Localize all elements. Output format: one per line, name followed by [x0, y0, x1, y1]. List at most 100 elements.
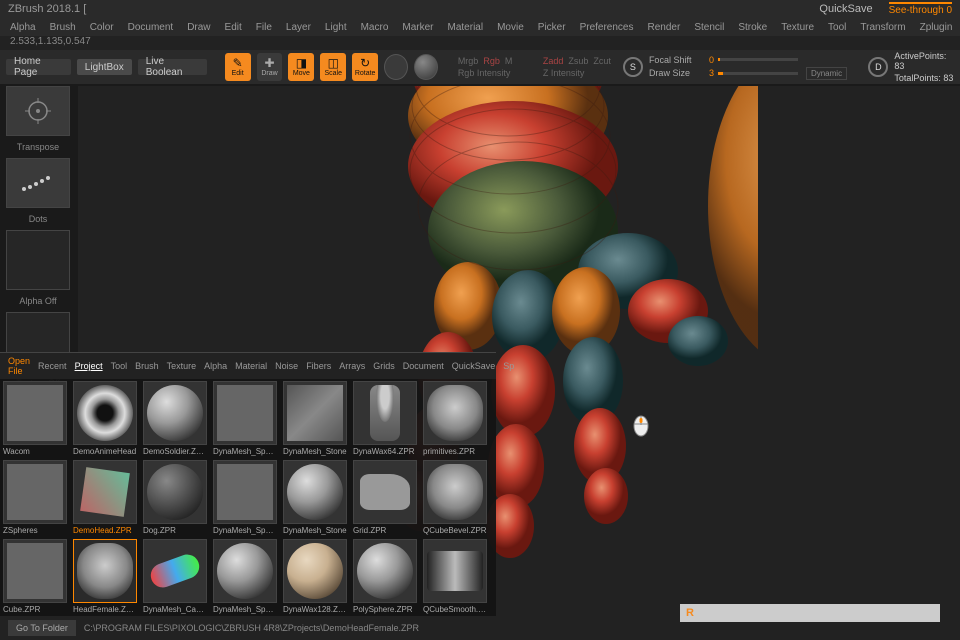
lightbox-tab-material[interactable]: Material — [235, 361, 267, 371]
menu-transform[interactable]: Transform — [860, 22, 905, 33]
draw-size-slider[interactable] — [718, 72, 798, 75]
transpose-tool[interactable] — [6, 86, 70, 136]
menu-brush[interactable]: Brush — [50, 22, 76, 33]
thumb-qcubebevel-zpr[interactable]: QCubeBevel.ZPR — [420, 458, 490, 537]
lightbox-tab-texture[interactable]: Texture — [167, 361, 197, 371]
menu-macro[interactable]: Macro — [361, 22, 389, 33]
thumb-primitives-zpr[interactable]: primitives.ZPR — [420, 379, 490, 458]
lightbox-footer: Go To Folder C:\PROGRAM FILES\PIXOLOGIC\… — [0, 616, 496, 640]
thumb-cube-zpr[interactable]: Cube.ZPR — [0, 537, 70, 616]
thumb-dynamesh-stone[interactable]: DynaMesh_Stone — [280, 379, 350, 458]
menu-draw[interactable]: Draw — [187, 22, 210, 33]
lightbox-tab-recent[interactable]: Recent — [38, 361, 67, 371]
lightbox-tab-alpha[interactable]: Alpha — [204, 361, 227, 371]
lightbox-tab-quicksave[interactable]: QuickSave — [452, 361, 496, 371]
dots-icon — [20, 173, 56, 193]
menu-light[interactable]: Light — [325, 22, 347, 33]
menu-marker[interactable]: Marker — [402, 22, 433, 33]
thumb-demohead-zpr[interactable]: DemoHead.ZPR — [70, 458, 140, 537]
menu-stencil[interactable]: Stencil — [694, 22, 724, 33]
menu-render[interactable]: Render — [648, 22, 681, 33]
thumb-grid-zpr[interactable]: Grid.ZPR — [350, 458, 420, 537]
menu-picker[interactable]: Picker — [538, 22, 566, 33]
m-button[interactable]: M — [505, 56, 513, 66]
thumb-polysphere-zpr[interactable]: PolySphere.ZPR — [350, 537, 420, 616]
scale-mode-button[interactable]: ◫Scale — [320, 53, 346, 81]
liveboolean-button[interactable]: Live Boolean — [138, 59, 207, 75]
seethrough-slider[interactable]: See-through 0 — [889, 2, 952, 16]
move-mode-button[interactable]: ◨Move — [288, 53, 314, 81]
mrgb-group: Mrgb Rgb M Rgb Intensity — [458, 56, 513, 78]
zadd-group: Zadd Zsub Zcut Z Intensity — [543, 56, 611, 78]
menu-preferences[interactable]: Preferences — [580, 22, 634, 33]
menu-document[interactable]: Document — [128, 22, 174, 33]
goto-folder-button[interactable]: Go To Folder — [8, 620, 76, 636]
lightbox-panel: Open File Recent Project Tool Brush Texture Al… — [0, 352, 496, 640]
zcut-button[interactable]: Zcut — [593, 56, 611, 66]
stroke-dots[interactable] — [6, 158, 70, 208]
thumb-dog-zpr[interactable]: Dog.ZPR — [140, 458, 210, 537]
menu-movie[interactable]: Movie — [497, 22, 524, 33]
lightbox-tab-grids[interactable]: Grids — [373, 361, 395, 371]
menu-texture[interactable]: Texture — [781, 22, 814, 33]
lightbox-button[interactable]: LightBox — [77, 59, 132, 75]
lightbox-tab-open-file[interactable]: Open File — [8, 356, 30, 376]
menu-edit[interactable]: Edit — [225, 22, 242, 33]
lightbox-tab-document[interactable]: Document — [403, 361, 444, 371]
lightbox-tab-noise[interactable]: Noise — [275, 361, 298, 371]
menu-tool[interactable]: Tool — [828, 22, 846, 33]
thumb-demoanimehead[interactable]: DemoAnimeHead — [70, 379, 140, 458]
thumb-demosoldier-zpr[interactable]: DemoSoldier.ZPR — [140, 379, 210, 458]
menu-file[interactable]: File — [256, 22, 272, 33]
move-icon: ◨ — [296, 57, 307, 69]
menu-material[interactable]: Material — [448, 22, 484, 33]
zsub-button[interactable]: Zsub — [568, 56, 588, 66]
thumb-qcubesmooth-zpr[interactable]: QCubeSmooth.ZPR — [420, 537, 490, 616]
alpha-slot[interactable] — [6, 230, 70, 290]
thumb-wacom[interactable]: Wacom — [0, 379, 70, 458]
status-input-bar[interactable]: R — [680, 604, 940, 622]
thumb-zspheres[interactable]: ZSpheres — [0, 458, 70, 537]
lightbox-tab-tool[interactable]: Tool — [111, 361, 128, 371]
edit-mode-button[interactable]: ✎Edit — [225, 53, 251, 81]
dynamic-toggle[interactable]: Dynamic — [806, 67, 847, 80]
rgb-button[interactable]: Rgb — [483, 56, 500, 66]
menu-bar: Alpha Brush Color Document Draw Edit File Layer… — [0, 18, 960, 36]
homepage-button[interactable]: Home Page — [6, 59, 71, 75]
lightbox-tab-sp[interactable]: Sp — [503, 361, 514, 371]
gyro-button[interactable] — [384, 54, 408, 80]
edit-icon: ✎ — [233, 57, 243, 69]
quicksave-button[interactable]: QuickSave — [819, 3, 872, 15]
menu-stroke[interactable]: Stroke — [738, 22, 767, 33]
thumb-dynamesh-stone[interactable]: DynaMesh_Stone — [280, 458, 350, 537]
thumb-dynawax128-zpr[interactable]: DynaWax128.ZPR — [280, 537, 350, 616]
lightbox-tab-arrays[interactable]: Arrays — [339, 361, 365, 371]
gizmo-s[interactable]: S — [623, 57, 643, 77]
draw-icon: ✚ — [264, 57, 274, 69]
zadd-button[interactable]: Zadd — [543, 56, 564, 66]
thumb-dynamesh-sphere[interactable]: DynaMesh_Sphere — [210, 537, 280, 616]
thumb-dynamesh-capsule[interactable]: DynaMesh_Capsule — [140, 537, 210, 616]
rgb-intensity-label: Rgb Intensity — [458, 68, 513, 78]
thumb-dynamesh-sphere[interactable]: DynaMesh_Sphere — [210, 458, 280, 537]
material-sphere-button[interactable] — [414, 54, 438, 80]
gizmo-d[interactable]: D — [868, 57, 888, 77]
menu-alpha[interactable]: Alpha — [10, 22, 36, 33]
focal-drawsize-sliders: Focal Shift0 Draw Size3Dynamic — [649, 55, 847, 80]
menu-layer[interactable]: Layer — [286, 22, 311, 33]
menu-color[interactable]: Color — [90, 22, 114, 33]
rotate-mode-button[interactable]: ↻Rotate — [352, 53, 378, 81]
draw-mode-button[interactable]: ✚Draw — [257, 53, 283, 81]
focal-shift-slider[interactable] — [718, 58, 798, 61]
coordinates-readout: 2.533,1.135,0.547 — [0, 36, 960, 50]
lightbox-tab-brush[interactable]: Brush — [135, 361, 159, 371]
menu-zplugin[interactable]: Zplugin — [920, 22, 953, 33]
dots-label: Dots — [6, 212, 70, 226]
lightbox-tab-fibers[interactable]: Fibers — [306, 361, 331, 371]
scale-icon: ◫ — [328, 57, 339, 69]
thumb-dynamesh-sphere[interactable]: DynaMesh_Sphere — [210, 379, 280, 458]
thumb-dynawax64-zpr[interactable]: DynaWax64.ZPR — [350, 379, 420, 458]
lightbox-tab-project[interactable]: Project — [75, 361, 103, 371]
mrgb-button[interactable]: Mrgb — [458, 56, 479, 66]
thumb-headfemale-zpr[interactable]: HeadFemale.ZPR — [70, 537, 140, 616]
